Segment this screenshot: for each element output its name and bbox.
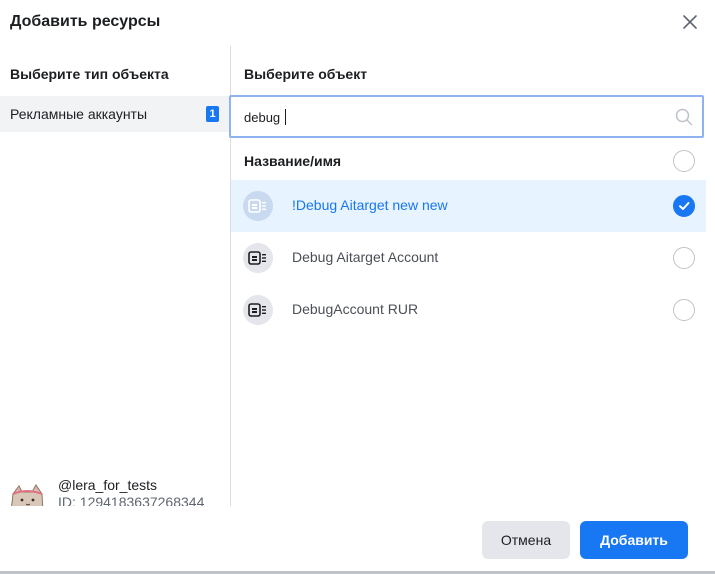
dialog-header: Добавить ресурсы — [0, 0, 715, 46]
item-label: DebugAccount RUR — [292, 301, 419, 317]
search-input[interactable] — [244, 108, 654, 126]
cat-avatar — [11, 484, 44, 506]
object-type-heading: Выберите тип объекта — [10, 66, 169, 82]
ad-account-icon — [243, 243, 273, 273]
item-radio[interactable] — [673, 247, 695, 269]
user-id: ID: 1294183637268344 — [58, 494, 205, 506]
ad-account-icon — [243, 295, 273, 325]
list-item[interactable]: DebugAccount RUR — [231, 284, 706, 336]
item-radio-checked[interactable] — [673, 195, 695, 217]
user-name: @lera_for_tests — [58, 477, 158, 493]
object-panel: Выберите объект Название/имя — [229, 46, 715, 506]
selected-count-badge: 1 — [206, 106, 219, 122]
add-button[interactable]: Добавить — [580, 521, 688, 559]
type-item-label: Рекламные аккаунты — [10, 106, 148, 122]
search-icon[interactable] — [675, 108, 693, 126]
type-item-ad-accounts[interactable]: Рекламные аккаунты 1 — [0, 96, 230, 132]
object-heading: Выберите объект — [244, 66, 368, 82]
ad-account-icon — [243, 191, 273, 221]
add-resources-dialog: Добавить ресурсы Выберите тип объекта Ре… — [0, 0, 715, 574]
search-box — [229, 95, 704, 138]
checkmark-icon — [679, 202, 690, 210]
object-type-panel: Выберите тип объекта Рекламные аккаунты … — [0, 46, 231, 506]
text-caret — [285, 109, 286, 125]
list-item[interactable]: !Debug Aitarget new new — [231, 180, 706, 232]
list-item[interactable]: Debug Aitarget Account — [231, 232, 706, 284]
dialog-title: Добавить ресурсы — [10, 13, 161, 30]
item-label: !Debug Aitarget new new — [292, 197, 448, 213]
item-radio[interactable] — [673, 299, 695, 321]
cancel-button[interactable]: Отмена — [482, 521, 570, 559]
column-name-header: Название/имя — [244, 153, 342, 169]
select-all-radio[interactable] — [673, 150, 695, 172]
close-button[interactable] — [679, 11, 701, 33]
close-icon — [683, 15, 697, 29]
item-label: Debug Aitarget Account — [292, 249, 439, 265]
list-header: Название/имя — [231, 142, 706, 180]
current-user: @lera_for_tests ID: 1294183637268344 — [0, 476, 230, 506]
